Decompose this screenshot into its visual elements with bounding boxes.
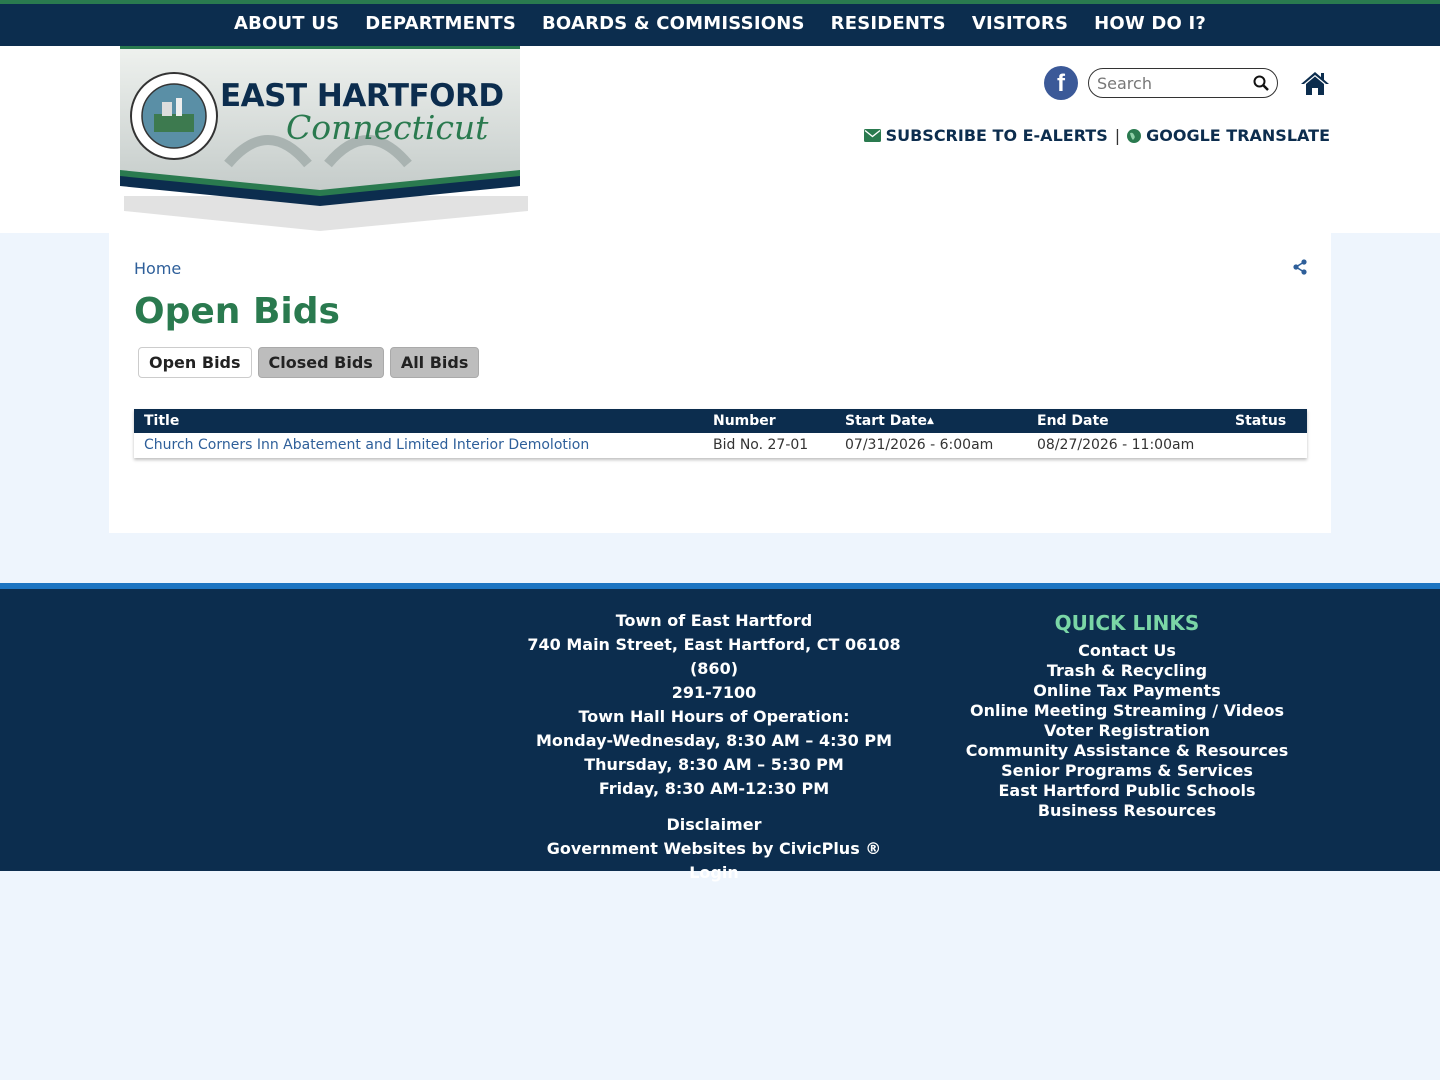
quick-link-contact-us[interactable]: Contact Us (957, 641, 1297, 661)
footer-hours-title: Town Hall Hours of Operation: (578, 707, 850, 726)
nav-departments[interactable]: DEPARTMENTS (365, 13, 516, 34)
quick-link-trash-recycling[interactable]: Trash & Recycling (957, 661, 1297, 681)
column-start-date-label: Start Date (845, 413, 927, 429)
search-box (1088, 68, 1278, 98)
top-navigation: ABOUT US DEPARTMENTS BOARDS & COMMISSION… (0, 0, 1440, 46)
nav-visitors[interactable]: VISITORS (972, 13, 1068, 34)
footer-phone: 291-7100 (671, 683, 757, 702)
page-title: Open Bids (134, 291, 340, 332)
google-translate-link[interactable]: GOOGLE TRANSLATE (1146, 126, 1330, 145)
tab-all-bids[interactable]: All Bids (389, 347, 480, 378)
bid-end-date: 08/27/2026 - 11:00am (1037, 437, 1195, 453)
home-icon[interactable] (1300, 70, 1330, 96)
search-input[interactable] (1097, 73, 1253, 93)
footer-street-address: 740 Main Street, East Hartford, CT 06108… (527, 635, 901, 678)
table-row: Church Corners Inn Abatement and Limited… (134, 433, 1307, 458)
subscribe-link[interactable]: SUBSCRIBE TO E-ALERTS (886, 126, 1108, 145)
column-end-date[interactable]: End Date (1037, 413, 1109, 429)
main-content: Home Open Bids Open Bids Closed Bids All… (109, 233, 1331, 533)
quick-links-title: QUICK LINKS (1054, 611, 1200, 635)
column-title[interactable]: Title (144, 413, 179, 429)
link-separator: | (1114, 126, 1121, 145)
tab-open-bids[interactable]: Open Bids (138, 347, 252, 378)
bid-number: Bid No. 27-01 (713, 437, 809, 453)
nav-how-do-i[interactable]: HOW DO I? (1094, 13, 1206, 34)
site-header: EAST HARTFORD Connecticut f SUBSCRIBE TO… (0, 46, 1440, 233)
envelope-icon (863, 129, 881, 142)
footer-hours-fri: Friday, 8:30 AM-12:30 PM (598, 779, 830, 798)
header-utilities: f (1044, 66, 1330, 100)
footer-hours-thu: Thursday, 8:30 AM – 5:30 PM (584, 755, 844, 774)
footer-spacer (504, 801, 924, 813)
quick-links: QUICK LINKS Contact Us Trash & Recycling… (957, 611, 1297, 821)
footer-town-name: Town of East Hartford (615, 611, 813, 630)
bid-tabs: Open Bids Closed Bids All Bids (138, 347, 480, 378)
site-footer: Town of East Hartford 740 Main Street, E… (0, 583, 1440, 882)
footer-civicplus-link[interactable]: Government Websites by CivicPlus ® (504, 837, 924, 861)
tab-closed-bids[interactable]: Closed Bids (257, 347, 384, 378)
facebook-icon[interactable]: f (1044, 66, 1078, 100)
bids-table: Title Number Start Date▲ End Date Status… (134, 409, 1307, 458)
header-links: SUBSCRIBE TO E-ALERTS | GOOGLE TRANSLATE (863, 126, 1330, 145)
quick-link-business-resources[interactable]: Business Resources (957, 801, 1297, 821)
footer-disclaimer-link[interactable]: Disclaimer (504, 813, 924, 837)
nav-about-us[interactable]: ABOUT US (234, 13, 339, 34)
column-status[interactable]: Status (1235, 413, 1286, 429)
column-number[interactable]: Number (713, 413, 776, 429)
share-icon[interactable] (1293, 259, 1307, 275)
search-icon[interactable] (1253, 75, 1269, 91)
table-header: Title Number Start Date▲ End Date Status (134, 409, 1307, 433)
breadcrumb-home[interactable]: Home (134, 259, 181, 278)
footer-address: Town of East Hartford 740 Main Street, E… (504, 609, 924, 885)
bid-title-link[interactable]: Church Corners Inn Abatement and Limited… (144, 437, 589, 453)
quick-link-community-assistance[interactable]: Community Assistance & Resources (957, 741, 1297, 761)
bid-start-date: 07/31/2026 - 6:00am (845, 437, 994, 453)
nav-residents[interactable]: RESIDENTS (831, 13, 946, 34)
footer-hours-mon-wed: Monday-Wednesday, 8:30 AM – 4:30 PM (536, 731, 892, 750)
quick-link-public-schools[interactable]: East Hartford Public Schools (957, 781, 1297, 801)
footer-login-link[interactable]: Login (504, 861, 924, 885)
nav-boards-commissions[interactable]: BOARDS & COMMISSIONS (542, 13, 805, 34)
site-logo[interactable]: EAST HARTFORD Connecticut (118, 46, 528, 231)
column-start-date[interactable]: Start Date▲ (845, 413, 934, 429)
quick-link-meeting-streaming[interactable]: Online Meeting Streaming / Videos (957, 701, 1297, 721)
quick-link-senior-programs[interactable]: Senior Programs & Services (957, 761, 1297, 781)
logo-script: Connecticut (286, 108, 489, 147)
globe-icon (1127, 128, 1142, 143)
sort-ascending-icon: ▲ (926, 416, 934, 426)
quick-link-online-tax-payments[interactable]: Online Tax Payments (957, 681, 1297, 701)
quick-link-voter-registration[interactable]: Voter Registration (957, 721, 1297, 741)
